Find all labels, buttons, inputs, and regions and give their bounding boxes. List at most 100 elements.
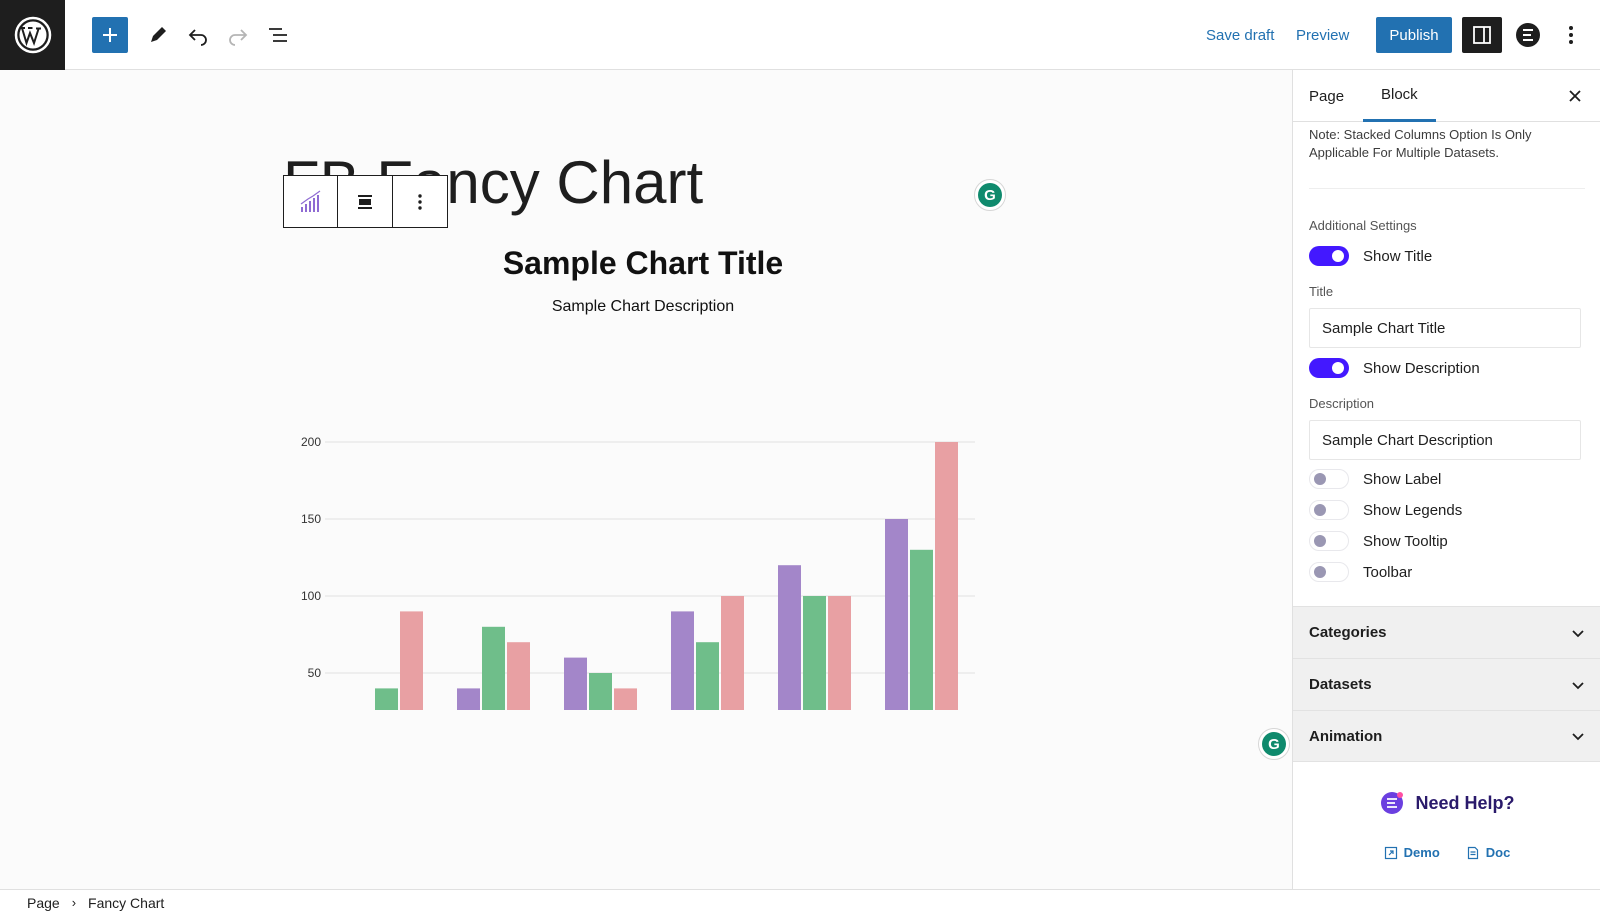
chart-block-icon: [300, 190, 321, 212]
plugin-logo-icon: [1516, 23, 1540, 47]
preview-button[interactable]: Preview: [1296, 17, 1349, 53]
block-toolbar: [283, 175, 448, 228]
show-legends-label: Show Legends: [1363, 501, 1463, 519]
show-tooltip-label: Show Tooltip: [1363, 532, 1448, 550]
block-options-button[interactable]: [393, 176, 447, 227]
close-sidebar-button[interactable]: [1561, 82, 1589, 110]
show-legends-toggle-row[interactable]: Show Legends: [1309, 499, 1462, 521]
bar: [696, 642, 719, 710]
bar: [564, 657, 587, 710]
chevron-down-icon: [1572, 733, 1584, 741]
show-label-label: Show Label: [1363, 470, 1442, 488]
chart-title: Sample Chart Title: [502, 245, 784, 281]
sidebar-tabs: Page Block: [1293, 70, 1600, 122]
bar: [400, 611, 423, 710]
show-label-toggle[interactable]: [1309, 469, 1349, 489]
bar: [721, 596, 744, 710]
sidebar-toggle-icon: [1473, 26, 1491, 44]
breadcrumb: Page › Fancy Chart: [0, 889, 1600, 915]
redo-button[interactable]: [220, 17, 256, 53]
panel-animation-label: Animation: [1309, 727, 1383, 745]
bar: [828, 596, 851, 710]
title-field[interactable]: Sample Chart Title: [1309, 308, 1581, 348]
title-field-label: Title: [1309, 284, 1334, 299]
show-tooltip-toggle-row[interactable]: Show Tooltip: [1309, 530, 1448, 552]
show-title-toggle[interactable]: [1309, 246, 1349, 266]
description-field-label: Description: [1309, 396, 1375, 411]
demo-link-label: Demo: [1403, 845, 1440, 860]
demo-link[interactable]: Demo: [1384, 845, 1440, 860]
publish-button[interactable]: Publish: [1376, 17, 1452, 53]
undo-button[interactable]: [180, 17, 216, 53]
chart-description: Sample Chart Description: [551, 298, 735, 315]
plus-icon: [103, 28, 117, 42]
stacked-columns-note: Note: Stacked Columns Option Is Only App…: [1309, 127, 1532, 160]
show-description-toggle-row[interactable]: Show Description: [1309, 357, 1480, 379]
bar: [614, 688, 637, 710]
save-draft-button[interactable]: Save draft: [1206, 17, 1274, 53]
toolbar-label: Toolbar: [1363, 563, 1413, 581]
bar: [589, 673, 612, 710]
breadcrumb-separator-icon: ›: [71, 895, 77, 910]
divider: [1309, 188, 1585, 189]
show-title-label: Show Title: [1363, 247, 1433, 265]
bar: [482, 626, 505, 710]
panel-categories-label: Categories: [1309, 624, 1387, 641]
help-links: Demo Doc: [1293, 845, 1600, 860]
description-field[interactable]: Sample Chart Description: [1309, 420, 1581, 460]
additional-settings-heading: Additional Settings: [1309, 218, 1417, 233]
panel-categories[interactable]: Categories: [1293, 606, 1600, 658]
toolbar-toggle-row[interactable]: Toolbar: [1309, 561, 1412, 583]
grammarly-icon: G: [1262, 732, 1286, 756]
show-description-label: Show Description: [1363, 359, 1480, 377]
bar: [507, 642, 530, 710]
toolbar-toggle[interactable]: [1309, 562, 1349, 582]
list-view-icon: [269, 28, 287, 42]
document-overview-button[interactable]: [260, 17, 296, 53]
grammarly-icon: G: [978, 183, 1002, 207]
panel-animation[interactable]: Animation: [1293, 710, 1600, 762]
y-tick-label: 50: [308, 666, 322, 680]
pencil-icon: [151, 27, 166, 42]
need-help-text: Need Help?: [1415, 792, 1515, 813]
settings-button[interactable]: [1462, 17, 1502, 53]
breadcrumb-page[interactable]: Page: [27, 895, 60, 911]
bar: [935, 442, 958, 710]
top-toolbar: Save draft Preview Publish: [0, 0, 1600, 70]
bar: [778, 565, 801, 710]
bar-chart: 050100150200Item 1Item 2Item 3Item 4Item…: [301, 435, 975, 710]
align-center-icon: [358, 194, 373, 209]
show-legends-toggle[interactable]: [1309, 500, 1349, 520]
breadcrumb-current[interactable]: Fancy Chart: [88, 895, 164, 911]
show-label-toggle-row[interactable]: Show Label: [1309, 468, 1441, 490]
tools-button[interactable]: [140, 17, 176, 53]
y-tick-label: 150: [301, 512, 321, 526]
bar: [910, 549, 933, 710]
block-type-button[interactable]: [284, 176, 339, 227]
align-button[interactable]: [338, 176, 393, 227]
bar: [457, 688, 480, 710]
options-button[interactable]: [1553, 17, 1589, 53]
need-help: Need Help?: [1293, 790, 1600, 816]
bar: [375, 688, 398, 710]
wordpress-logo-icon[interactable]: [0, 0, 65, 70]
bar: [803, 596, 826, 710]
more-vertical-icon: [1569, 26, 1573, 44]
show-title-toggle-row[interactable]: Show Title: [1309, 245, 1432, 267]
tab-page[interactable]: Page: [1309, 70, 1344, 122]
help-chat-icon: [1381, 792, 1404, 814]
y-tick-label: 100: [301, 589, 321, 603]
tab-block[interactable]: Block: [1363, 70, 1436, 122]
show-tooltip-toggle[interactable]: [1309, 531, 1349, 551]
plugin-button[interactable]: [1510, 17, 1546, 53]
doc-link-label: Doc: [1485, 845, 1511, 860]
doc-link[interactable]: Doc: [1466, 845, 1511, 860]
external-link-icon: [1384, 846, 1397, 859]
grammarly-badge[interactable]: G: [974, 179, 1006, 211]
show-description-toggle[interactable]: [1309, 358, 1349, 378]
add-block-button[interactable]: [92, 17, 128, 53]
panel-datasets[interactable]: Datasets: [1293, 658, 1600, 710]
chevron-down-icon: [1572, 629, 1584, 637]
redo-icon: [229, 29, 248, 46]
grammarly-badge[interactable]: G: [1258, 728, 1290, 760]
